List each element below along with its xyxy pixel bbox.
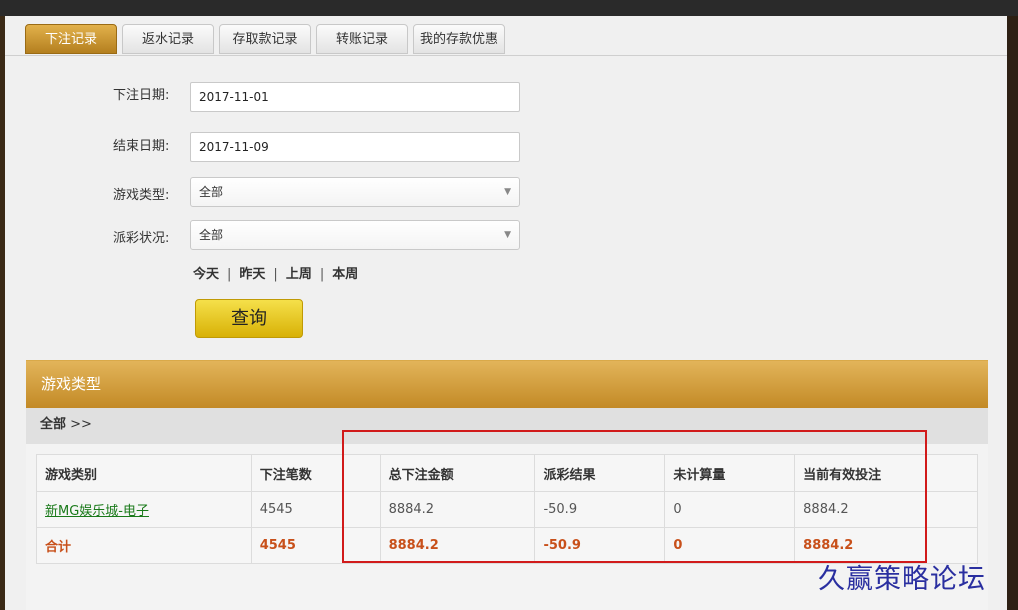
total-count: 4545 [250,527,381,564]
total-pending: 0 [664,527,796,564]
table-row: 新MG娱乐城-电子 4545 8884.2 -50.9 0 8884.2 [36,491,978,528]
cell-payout: -50.9 [534,491,666,528]
total-payout: -50.9 [534,527,666,564]
quick-range-links: 今天 | 昨天 | 上周 | 本周 [193,263,358,282]
end-date-label: 结束日期: [113,139,170,154]
tab-my-deposit-promo[interactable]: 我的存款优惠 [413,24,505,54]
tab-bet-records[interactable]: 下注记录 [25,24,117,54]
col-bet-count: 下注笔数 [250,454,381,492]
end-date-input[interactable]: 2017-11-09 [190,132,520,162]
col-payout-result: 派彩结果 [534,454,666,492]
result-header: 游戏类型 [26,360,988,408]
payout-status-select[interactable]: 全部 ▼ [190,220,520,250]
tab-transfer-records[interactable]: 转账记录 [316,24,408,54]
quick-range-yesterday[interactable]: 昨天 [239,267,265,282]
query-button[interactable]: 查询 [195,299,303,338]
breadcrumb-current[interactable]: 全部 [40,417,66,432]
right-edge [1007,16,1018,610]
start-date-label: 下注日期: [113,88,170,103]
game-type-value: 全部 [199,185,224,199]
payout-status-label: 派彩状况: [113,231,170,246]
forum-watermark: 久赢策略论坛 [818,564,986,595]
records-panel: 下注记录 返水记录 存取款记录 转账记录 我的存款优惠 下注日期: 2017-1… [5,16,1007,610]
bet-summary-table: 游戏类别 下注笔数 总下注金额 派彩结果 未计算量 当前有效投注 新MG娱乐城-… [36,454,978,564]
chevron-down-icon: ▼ [504,230,511,240]
tab-divider [5,55,1007,56]
cell-game[interactable]: 新MG娱乐城-电子 [36,491,252,528]
col-valid-bet: 当前有效投注 [794,454,978,492]
game-link[interactable]: 新MG娱乐城-电子 [45,504,149,519]
cell-valid: 8884.2 [794,491,978,528]
game-type-select[interactable]: 全部 ▼ [190,177,520,207]
total-amount: 8884.2 [379,527,536,564]
tab-deposit-withdraw-records[interactable]: 存取款记录 [219,24,311,54]
payout-status-value: 全部 [199,228,224,242]
window-top-bar [0,0,1018,16]
cell-pending: 0 [664,491,796,528]
col-pending: 未计算量 [664,454,796,492]
separator: | [227,267,232,282]
breadcrumb: 全部 >> [26,408,988,444]
separator: | [319,267,325,282]
chevron-down-icon: ▼ [504,187,511,197]
quick-range-this-week[interactable]: 本周 [332,267,358,282]
col-game-category: 游戏类别 [36,454,252,492]
quick-range-last-week[interactable]: 上周 [286,267,312,282]
separator: | [273,267,278,282]
start-date-input[interactable]: 2017-11-01 [190,82,520,112]
quick-range-today[interactable]: 今天 [193,267,219,282]
table-header-row: 游戏类别 下注笔数 总下注金额 派彩结果 未计算量 当前有效投注 [36,454,978,492]
game-type-label: 游戏类型: [113,188,170,203]
cell-count: 4545 [250,491,381,528]
tab-rebate-records[interactable]: 返水记录 [122,24,214,54]
total-label: 合计 [36,527,252,564]
breadcrumb-arrow: >> [70,417,92,432]
cell-total: 8884.2 [379,491,536,528]
col-total-bet: 总下注金额 [379,454,536,492]
